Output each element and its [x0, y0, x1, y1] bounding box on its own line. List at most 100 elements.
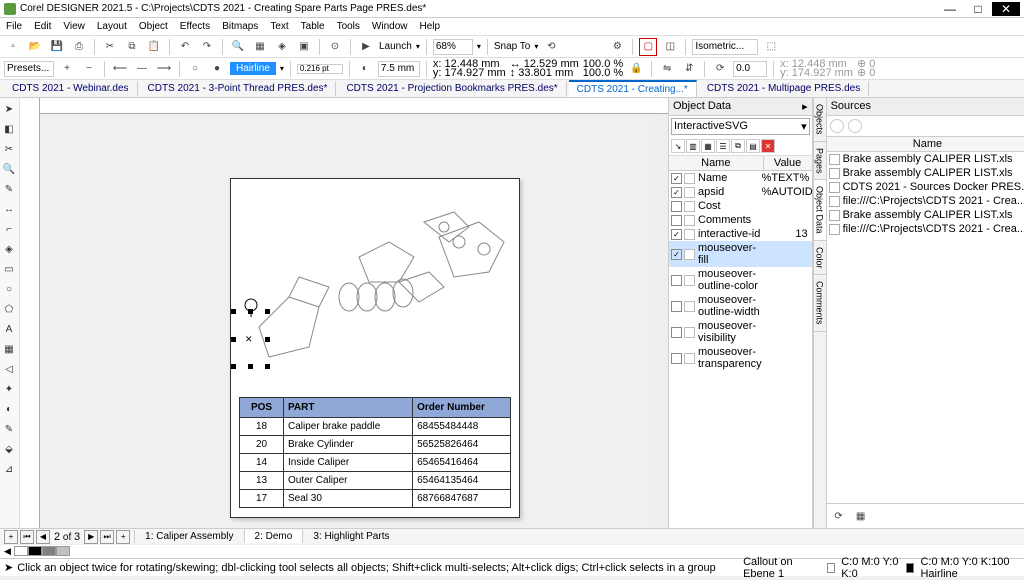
doc-swatch[interactable] [56, 546, 70, 556]
dimension-tool-icon[interactable]: ↔ [0, 200, 18, 218]
halo-icon[interactable]: ◐ [356, 60, 374, 78]
page-tab[interactable]: 2: Demo [244, 530, 303, 543]
prev-page-icon[interactable]: ◀ [36, 530, 50, 544]
scrollbar-vertical[interactable] [654, 114, 668, 528]
src-foot1-icon[interactable]: ⟳ [830, 507, 848, 525]
zoom-input[interactable] [433, 39, 473, 55]
od-btn4-icon[interactable]: ☰ [716, 139, 730, 153]
options-icon[interactable]: ⚙ [608, 38, 626, 56]
add-page-after-icon[interactable]: + [116, 530, 130, 544]
fill-swatch[interactable] [827, 563, 835, 573]
checkbox[interactable] [671, 353, 682, 364]
grid-icon[interactable]: ▦ [251, 38, 269, 56]
side-tab[interactable]: Color [814, 241, 826, 276]
checkbox[interactable] [671, 301, 682, 312]
pt-input[interactable] [297, 64, 343, 74]
effects-tool-icon[interactable]: ✦ [0, 380, 18, 398]
side-tab[interactable]: Objects [814, 98, 826, 142]
outline-tool-icon[interactable]: ⊿ [0, 460, 18, 478]
rectangle-tool-icon[interactable]: ▭ [0, 260, 18, 278]
od-btn1-icon[interactable]: ↘ [671, 139, 685, 153]
line-start-icon[interactable]: ⟵ [111, 60, 129, 78]
checkbox[interactable]: ✓ [671, 249, 682, 260]
zoom-tool-icon[interactable]: 🔍 [0, 160, 18, 178]
curve-tool-icon[interactable]: ✎ [0, 180, 18, 198]
od-btn2-icon[interactable]: ▥ [686, 139, 700, 153]
side-tab[interactable]: Object Data [814, 180, 826, 241]
checkbox[interactable]: ✓ [671, 187, 682, 198]
source-row[interactable]: Brake assembly CALIPER LIST.xls1 [827, 152, 1024, 166]
add-page-icon[interactable]: + [4, 530, 18, 544]
crop-tool-icon[interactable]: ✂ [0, 140, 18, 158]
fill-tool-icon[interactable]: ⬙ [0, 440, 18, 458]
gravity-icon[interactable]: ⊙ [326, 38, 344, 56]
od-btn3-icon[interactable]: ▦ [701, 139, 715, 153]
halo-on-icon[interactable]: ● [208, 60, 226, 78]
save-icon[interactable]: 💾 [48, 38, 66, 56]
checkbox[interactable] [671, 275, 682, 286]
object-data-row[interactable]: mouseover-outline-color [669, 267, 812, 293]
proj-top-icon[interactable]: ⬚ [762, 38, 780, 56]
menu-text[interactable]: Text [270, 21, 288, 32]
source-row[interactable]: Brake assembly CALIPER LIST.xls2 [827, 166, 1024, 180]
callout-tool-icon[interactable]: ◁ [0, 360, 18, 378]
object-data-row[interactable]: ✓Name%TEXT% [669, 171, 812, 185]
maximize-button[interactable]: □ [964, 2, 992, 16]
src-refresh-icon[interactable] [848, 119, 862, 133]
object-data-row[interactable]: mouseover-outline-width [669, 293, 812, 319]
ruler-horizontal[interactable] [40, 98, 668, 114]
snap-label[interactable]: Snap To [494, 41, 531, 52]
flip-v-icon[interactable]: ⇵ [680, 60, 698, 78]
minimize-button[interactable]: — [936, 2, 964, 16]
launch-icon[interactable]: ▶ [357, 38, 375, 56]
presets-combo[interactable] [4, 61, 54, 77]
doc-tab[interactable]: CDTS 2021 - 3-Point Thread PRES.des* [140, 81, 337, 96]
rotate-icon[interactable]: ⟳ [711, 60, 729, 78]
polygon-tool-icon[interactable]: ⬠ [0, 300, 18, 318]
print-icon[interactable]: ⎙ [70, 38, 88, 56]
new-icon[interactable]: ▫ [4, 38, 22, 56]
source-row[interactable]: CDTS 2021 - Sources Docker PRES....2 [827, 180, 1024, 194]
paste-icon[interactable]: 📋 [145, 38, 163, 56]
search-icon[interactable]: 🔍 [229, 38, 247, 56]
refresh-icon[interactable]: ⟲ [542, 38, 560, 56]
transparency-tool-icon[interactable]: ◐ [0, 400, 18, 418]
menu-tools[interactable]: Tools [337, 21, 360, 32]
menu-object[interactable]: Object [139, 21, 168, 32]
src-add-icon[interactable] [830, 119, 844, 133]
lock-ratio-icon[interactable]: 🔒 [627, 60, 645, 78]
halo-input[interactable] [378, 61, 420, 77]
menu-edit[interactable]: Edit [34, 21, 51, 32]
src-foot2-icon[interactable]: ▦ [852, 507, 870, 525]
undo-icon[interactable]: ↶ [176, 38, 194, 56]
obj-sy[interactable]: 100.0 [583, 67, 611, 79]
launch-label[interactable]: Launch [379, 41, 412, 52]
eyedropper-tool-icon[interactable]: ✎ [0, 420, 18, 438]
next-page-icon[interactable]: ▶ [84, 530, 98, 544]
red-box-icon[interactable]: ▢ [639, 38, 657, 56]
menu-window[interactable]: Window [372, 21, 408, 32]
page-tab[interactable]: 3: Highlight Parts [302, 530, 399, 543]
object-data-row[interactable]: mouseover-transparency [669, 345, 812, 371]
3d-icon[interactable]: ◫ [661, 38, 679, 56]
projection-combo[interactable] [692, 39, 758, 55]
open-icon[interactable]: 📂 [26, 38, 44, 56]
checkbox[interactable]: ✓ [671, 229, 682, 240]
object-data-row[interactable]: ✓interactive-id13 [669, 227, 812, 241]
doc-swatch[interactable] [28, 546, 42, 556]
docker-menu-icon[interactable]: ▸ [802, 100, 808, 113]
interactivesvg-combo[interactable]: InteractiveSVG▾ [671, 118, 810, 135]
object-data-row[interactable]: ✓apsid%AUTOID% [669, 185, 812, 199]
object-data-row[interactable]: mouseover-visibility [669, 319, 812, 345]
side-tab[interactable]: Pages [814, 142, 826, 181]
first-page-icon[interactable]: ⏮ [20, 530, 34, 544]
doc-tab[interactable]: CDTS 2021 - Multipage PRES.des [699, 81, 869, 96]
object-data-row[interactable]: ✓mouseover-fill [669, 241, 812, 267]
obj-h[interactable]: 33.801 mm [518, 67, 573, 79]
projected-icon[interactable]: ◈ [273, 38, 291, 56]
doc-tab[interactable]: CDTS 2021 - Webinar.des [4, 81, 138, 96]
selection-handles[interactable]: ✕ [231, 309, 271, 369]
add-preset-icon[interactable]: + [58, 60, 76, 78]
checkbox[interactable] [671, 201, 682, 212]
rot-input[interactable] [733, 61, 767, 77]
